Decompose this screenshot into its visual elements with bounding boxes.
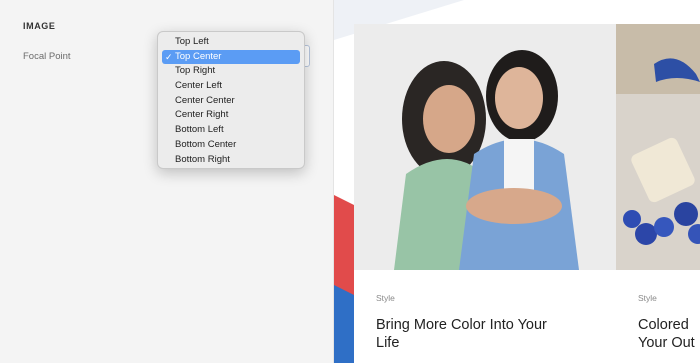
card-photo-shoes[interactable] bbox=[616, 24, 700, 270]
menu-item-top-center[interactable]: ✓ Top Center bbox=[162, 49, 300, 65]
card-2-title-line1[interactable]: Colored bbox=[638, 316, 689, 334]
card-2-text: Style Colored Your Out bbox=[616, 270, 700, 363]
image-section-title: IMAGE bbox=[23, 21, 56, 31]
card-2-title-line2[interactable]: Your Out bbox=[638, 334, 695, 352]
card-2-category: Style bbox=[638, 293, 657, 303]
menu-item-center-center[interactable]: Center Center bbox=[162, 94, 300, 109]
menu-item-center-left[interactable]: Center Left bbox=[162, 79, 300, 94]
preview-canvas: Style Bring More Color Into Your Life St… bbox=[333, 0, 700, 363]
card-1-category: Style bbox=[376, 293, 395, 303]
focal-point-dropdown-menu: Top Left ✓ Top Center Top Right Center L… bbox=[157, 31, 305, 169]
menu-item-bottom-right[interactable]: Bottom Right bbox=[162, 153, 300, 168]
menu-item-bottom-left[interactable]: Bottom Left bbox=[162, 123, 300, 138]
card-1-title-line2[interactable]: Life bbox=[376, 334, 399, 352]
menu-item-center-right[interactable]: Center Right bbox=[162, 108, 300, 123]
menu-item-top-left[interactable]: Top Left bbox=[162, 35, 300, 50]
menu-item-top-right[interactable]: Top Right bbox=[162, 64, 300, 79]
card-1-title-line1[interactable]: Bring More Color Into Your bbox=[376, 316, 547, 334]
card-photo-women[interactable] bbox=[354, 24, 616, 270]
menu-item-bottom-center[interactable]: Bottom Center bbox=[162, 138, 300, 153]
card-1-text: Style Bring More Color Into Your Life bbox=[354, 270, 616, 363]
focal-point-label: Focal Point bbox=[23, 51, 71, 62]
checkmark-icon: ✓ bbox=[165, 51, 173, 62]
